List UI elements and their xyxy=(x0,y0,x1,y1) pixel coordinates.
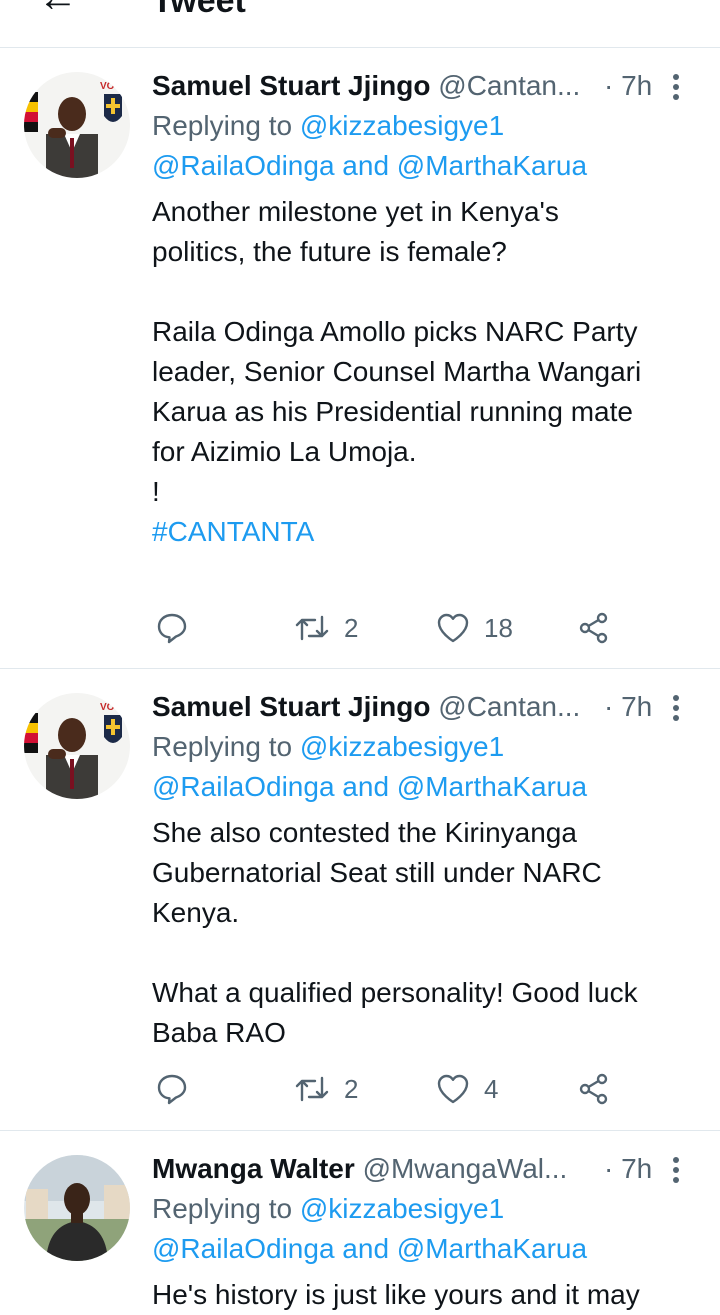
tweet[interactable]: VO Samuel Stuart Jjingo @Cantan... · 7h … xyxy=(0,48,720,669)
like-count: 4 xyxy=(484,1073,499,1104)
mention-link[interactable]: @RailaOdinga and @MarthaKarua xyxy=(152,771,587,802)
mention-link[interactable]: @kizzabesigye1 xyxy=(300,110,504,141)
page-title: Tweet xyxy=(152,0,246,20)
tweet-actions: 2 4 xyxy=(152,1069,692,1109)
avatar[interactable] xyxy=(24,1155,130,1261)
more-vertical-icon[interactable] xyxy=(672,72,680,112)
tweet-time[interactable]: · 7h xyxy=(604,1149,652,1189)
like-count: 18 xyxy=(484,612,513,643)
replying-to-more: @RailaOdinga and @MarthaKarua xyxy=(152,146,692,186)
author-handle[interactable]: @MwangaWal... xyxy=(363,1153,568,1184)
retweet-button[interactable]: 2 xyxy=(294,1069,358,1109)
reply-button[interactable] xyxy=(156,608,188,648)
author-handle[interactable]: @Cantan... xyxy=(438,70,580,101)
mention-link[interactable]: @RailaOdinga and @MarthaKarua xyxy=(152,150,587,181)
hashtag-link[interactable]: #CANTANTA xyxy=(152,516,314,547)
replying-to-more: @RailaOdinga and @MarthaKarua xyxy=(152,1229,692,1269)
retweet-count: 2 xyxy=(344,1073,359,1104)
avatar[interactable]: VO xyxy=(24,693,130,799)
replying-to-more: @RailaOdinga and @MarthaKarua xyxy=(152,767,692,807)
heart-icon xyxy=(437,613,469,643)
tweet[interactable]: Mwanga Walter @MwangaWal... · 7h Replyin… xyxy=(0,1131,720,1315)
tweet-header: Samuel Stuart Jjingo @Cantan... · 7h xyxy=(152,66,692,106)
tweet-header: Mwanga Walter @MwangaWal... · 7h xyxy=(152,1149,692,1189)
share-icon xyxy=(579,612,608,644)
like-button[interactable]: 4 xyxy=(436,1069,498,1109)
author-name[interactable]: Samuel Stuart Jjingo xyxy=(152,70,431,101)
replying-to-label: Replying to xyxy=(152,1193,300,1224)
tweet-text: Another milestone yet in Kenya's politic… xyxy=(152,196,642,507)
replying-to-label: Replying to xyxy=(152,110,300,141)
retweet-icon xyxy=(295,1076,329,1102)
reply-icon xyxy=(157,1074,187,1105)
mention-link[interactable]: @RailaOdinga and @MarthaKarua xyxy=(152,1233,587,1264)
retweet-icon xyxy=(295,615,329,641)
heart-icon xyxy=(437,1074,469,1104)
avatar-badge-text: VO xyxy=(100,702,115,713)
mention-link[interactable]: @kizzabesigye1 xyxy=(300,731,504,762)
tweet-text: He's history is just like yours and it m… xyxy=(152,1279,640,1310)
share-icon xyxy=(579,1073,608,1105)
more-vertical-icon[interactable] xyxy=(672,693,680,733)
mention-link[interactable]: @kizzabesigye1 xyxy=(300,1193,504,1224)
author-name[interactable]: Samuel Stuart Jjingo xyxy=(152,691,431,722)
replying-to: Replying to @kizzabesigye1 xyxy=(152,1189,692,1229)
reply-button[interactable] xyxy=(156,1069,188,1109)
author-handle[interactable]: @Cantan... xyxy=(438,691,580,722)
tweet-actions: 2 18 xyxy=(152,608,692,648)
tweet-text: She also contested the Kirinyanga Gubern… xyxy=(152,817,638,1048)
reply-icon xyxy=(157,613,187,644)
share-button[interactable] xyxy=(578,608,610,648)
tweet-time[interactable]: · 7h xyxy=(604,687,652,727)
replying-to-label: Replying to xyxy=(152,731,300,762)
author-name[interactable]: Mwanga Walter xyxy=(152,1153,355,1184)
more-vertical-icon[interactable] xyxy=(672,1155,680,1195)
like-button[interactable]: 18 xyxy=(436,608,513,648)
replying-to: Replying to @kizzabesigye1 xyxy=(152,727,692,767)
tweet[interactable]: VO Samuel Stuart Jjingo @Cantan... · 7h … xyxy=(0,669,720,1131)
retweet-count: 2 xyxy=(344,612,359,643)
share-button[interactable] xyxy=(578,1069,610,1109)
avatar-badge-text: VO xyxy=(100,81,115,92)
replying-to: Replying to @kizzabesigye1 xyxy=(152,106,692,146)
tweet-time[interactable]: · 7h xyxy=(604,66,652,106)
retweet-button[interactable]: 2 xyxy=(294,608,358,648)
arrow-left-icon[interactable]: ← xyxy=(38,0,78,18)
tweet-header: Samuel Stuart Jjingo @Cantan... · 7h xyxy=(152,687,692,727)
avatar[interactable]: VO xyxy=(24,72,130,178)
top-bar: ← Tweet xyxy=(0,0,720,48)
